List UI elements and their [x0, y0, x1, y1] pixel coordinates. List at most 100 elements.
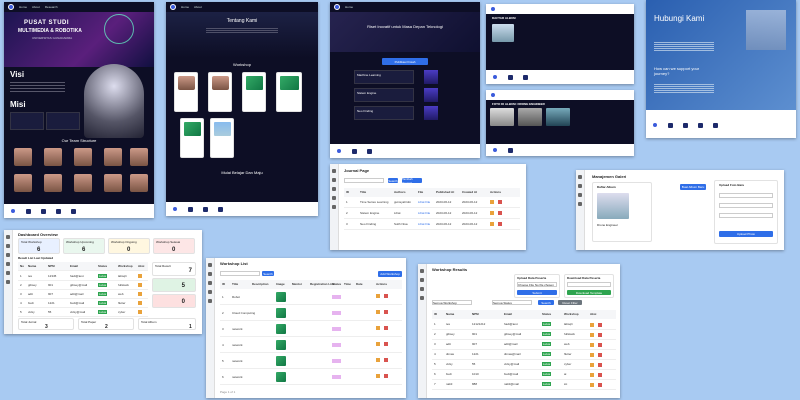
- workshop-card[interactable]: [208, 72, 232, 112]
- book-icon[interactable]: [208, 281, 212, 285]
- edit-icon[interactable]: [590, 343, 594, 347]
- edit-icon[interactable]: [490, 200, 494, 204]
- download-template-button[interactable]: Download Template: [567, 290, 611, 295]
- book-icon[interactable]: [420, 287, 424, 291]
- publication-item[interactable]: Machine Learning: [354, 70, 414, 84]
- edit-icon[interactable]: [490, 222, 494, 226]
- users-icon[interactable]: [6, 271, 10, 275]
- image-icon[interactable]: [332, 196, 336, 200]
- submit-upload-button[interactable]: Submit: [517, 290, 557, 295]
- book-icon[interactable]: [6, 253, 10, 257]
- workshop-card[interactable]: [242, 72, 266, 112]
- edit-icon[interactable]: [138, 292, 142, 296]
- delete-icon[interactable]: [598, 373, 602, 377]
- delete-icon[interactable]: [384, 358, 388, 362]
- edit-icon[interactable]: [590, 353, 594, 357]
- caption-input[interactable]: [719, 213, 773, 218]
- delete-icon[interactable]: [384, 342, 388, 346]
- album-thumbnail[interactable]: [492, 24, 514, 42]
- workshop-search-button[interactable]: Search: [262, 271, 274, 276]
- add-workshop-button[interactable]: Add Workshop: [378, 271, 402, 277]
- edit-icon[interactable]: [138, 283, 142, 287]
- edit-icon[interactable]: [376, 342, 380, 346]
- edit-icon[interactable]: [490, 211, 494, 215]
- edit-icon[interactable]: [590, 363, 594, 367]
- image-icon[interactable]: [578, 193, 582, 197]
- edit-icon[interactable]: [138, 274, 142, 278]
- edit-icon[interactable]: [376, 374, 380, 378]
- logout-icon[interactable]: [6, 280, 10, 284]
- image-icon[interactable]: [420, 296, 424, 300]
- nav-link[interactable]: Research: [45, 5, 58, 9]
- delete-icon[interactable]: [384, 326, 388, 330]
- file-input[interactable]: [719, 193, 773, 198]
- menu-icon[interactable]: [332, 169, 336, 173]
- edit-icon[interactable]: [590, 333, 594, 337]
- nav-link[interactable]: Home: [181, 5, 189, 9]
- table-cell[interactable]: Lihat File: [418, 222, 430, 226]
- edit-icon[interactable]: [138, 310, 142, 314]
- nav-link[interactable]: Home: [345, 5, 353, 9]
- delete-icon[interactable]: [598, 323, 602, 327]
- add-journal-button[interactable]: Tambah Journal: [402, 177, 422, 185]
- edit-icon[interactable]: [138, 301, 142, 305]
- home-icon[interactable]: [332, 178, 336, 182]
- workshop-card[interactable]: [180, 118, 204, 158]
- delete-icon[interactable]: [384, 374, 388, 378]
- workshop-search-input[interactable]: [220, 271, 260, 276]
- status-filter[interactable]: Semua Status: [492, 300, 532, 305]
- photo-thumbnail[interactable]: [490, 108, 514, 126]
- create-album-button[interactable]: Buat Album Baru: [680, 184, 706, 190]
- delete-icon[interactable]: [384, 310, 388, 314]
- nav-link[interactable]: About: [194, 5, 202, 9]
- menu-icon[interactable]: [208, 263, 212, 267]
- edit-icon[interactable]: [590, 383, 594, 387]
- menu-icon[interactable]: [420, 269, 424, 273]
- users-icon[interactable]: [332, 205, 336, 209]
- photo-thumbnail[interactable]: [546, 108, 570, 126]
- table-cell[interactable]: Lihat File: [418, 200, 430, 204]
- delete-icon[interactable]: [498, 200, 502, 204]
- book-icon[interactable]: [332, 187, 336, 191]
- edit-icon[interactable]: [376, 310, 380, 314]
- album-select[interactable]: [719, 203, 773, 208]
- edit-icon[interactable]: [376, 326, 380, 330]
- workshop-card[interactable]: [174, 72, 198, 112]
- users-icon[interactable]: [578, 202, 582, 206]
- edit-icon[interactable]: [590, 323, 594, 327]
- menu-icon[interactable]: [578, 175, 582, 179]
- home-icon[interactable]: [208, 272, 212, 276]
- delete-icon[interactable]: [498, 222, 502, 226]
- publication-item[interactable]: Sistem Engine: [354, 88, 414, 102]
- workshop-select[interactable]: [567, 282, 611, 287]
- file-chooser[interactable]: Choose File No file chosen: [517, 282, 557, 287]
- delete-icon[interactable]: [498, 211, 502, 215]
- album-thumbnail[interactable]: [597, 193, 629, 219]
- table-cell[interactable]: Lihat File: [418, 211, 430, 215]
- workshop-card[interactable]: [276, 72, 302, 112]
- home-icon[interactable]: [420, 278, 424, 282]
- nav-link[interactable]: About: [32, 5, 40, 9]
- delete-icon[interactable]: [598, 343, 602, 347]
- nav-link[interactable]: Home: [19, 5, 27, 9]
- publication-item[interactable]: Neo Finding: [354, 106, 414, 120]
- edit-icon[interactable]: [376, 294, 380, 298]
- image-icon[interactable]: [208, 290, 212, 294]
- edit-icon[interactable]: [376, 358, 380, 362]
- home-icon[interactable]: [578, 184, 582, 188]
- delete-icon[interactable]: [598, 333, 602, 337]
- menu-icon[interactable]: [6, 235, 10, 239]
- delete-icon[interactable]: [598, 353, 602, 357]
- workshop-filter[interactable]: Semua Workshop: [432, 300, 472, 305]
- journal-search-input[interactable]: [344, 178, 384, 183]
- delete-icon[interactable]: [598, 383, 602, 387]
- publication-button[interactable]: Publikasi Ilmiah: [382, 58, 428, 65]
- reset-filter-button[interactable]: Reset Filter: [558, 300, 582, 305]
- photo-thumbnail[interactable]: [518, 108, 542, 126]
- journal-search-button[interactable]: Search: [388, 178, 398, 183]
- users-icon[interactable]: [208, 299, 212, 303]
- delete-icon[interactable]: [384, 294, 388, 298]
- home-icon[interactable]: [6, 244, 10, 248]
- workshop-card[interactable]: [210, 118, 234, 158]
- delete-icon[interactable]: [598, 363, 602, 367]
